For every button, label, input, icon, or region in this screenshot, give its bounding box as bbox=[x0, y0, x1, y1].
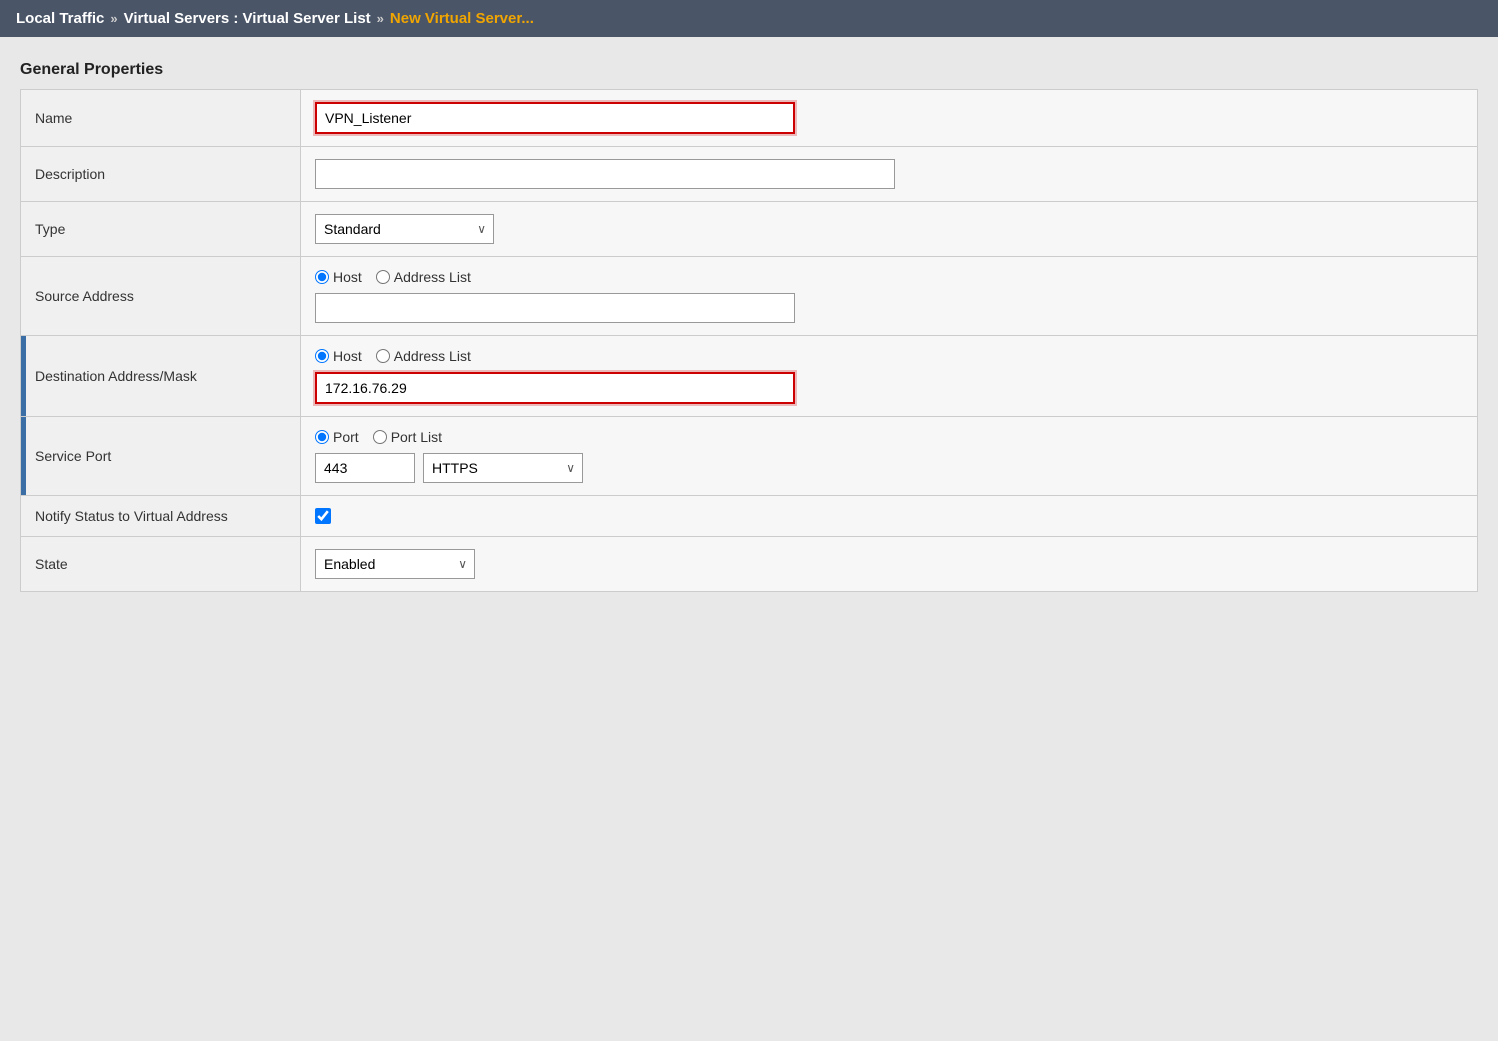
state-select-wrapper: Enabled Disabled bbox=[315, 549, 475, 579]
destination-address-label: Destination Address/Mask bbox=[21, 336, 301, 417]
source-address-label: Source Address bbox=[21, 257, 301, 336]
breadcrumb-part2: Virtual Servers : Virtual Server List bbox=[124, 10, 371, 27]
source-address-row: Source Address Host Address List bbox=[21, 257, 1478, 336]
service-port-label: Service Port bbox=[21, 417, 301, 496]
port-row: HTTPS HTTP FTP SSH Other bbox=[315, 453, 1463, 483]
notify-status-row: Notify Status to Virtual Address bbox=[21, 496, 1478, 537]
service-select-wrapper: HTTPS HTTP FTP SSH Other bbox=[423, 453, 583, 483]
name-label: Name bbox=[21, 90, 301, 147]
page-content: General Properties Name Description Type bbox=[0, 37, 1498, 616]
source-host-radio-label[interactable]: Host bbox=[315, 269, 362, 285]
source-host-radio[interactable] bbox=[315, 270, 329, 284]
type-row: Type Standard Performance (Layer 4) Forw… bbox=[21, 202, 1478, 257]
state-row: State Enabled Disabled bbox=[21, 537, 1478, 592]
description-row: Description bbox=[21, 147, 1478, 202]
source-addresslist-radio-label[interactable]: Address List bbox=[376, 269, 471, 285]
port-radio[interactable] bbox=[315, 430, 329, 444]
name-input[interactable] bbox=[315, 102, 795, 134]
general-properties-table: Name Description Type Standard bbox=[20, 89, 1478, 592]
notify-status-checkbox[interactable] bbox=[315, 508, 331, 524]
state-label: State bbox=[21, 537, 301, 592]
description-input[interactable] bbox=[315, 159, 895, 189]
notify-status-value-cell bbox=[301, 496, 1478, 537]
dest-host-radio-label[interactable]: Host bbox=[315, 348, 362, 364]
notify-status-checkbox-wrapper bbox=[315, 508, 1463, 524]
dest-host-radio[interactable] bbox=[315, 349, 329, 363]
service-select[interactable]: HTTPS HTTP FTP SSH Other bbox=[423, 453, 583, 483]
description-label: Description bbox=[21, 147, 301, 202]
port-number-input[interactable] bbox=[315, 453, 415, 483]
name-row: Name bbox=[21, 90, 1478, 147]
section-title: General Properties bbox=[20, 61, 1478, 79]
notify-status-label: Notify Status to Virtual Address bbox=[21, 496, 301, 537]
service-port-radio-group: Port Port List bbox=[315, 429, 1463, 445]
breadcrumb-part3: New Virtual Server... bbox=[390, 10, 534, 27]
destination-address-input[interactable] bbox=[315, 372, 795, 404]
destination-radio-group: Host Address List bbox=[315, 348, 1463, 364]
type-select-wrapper: Standard Performance (Layer 4) Forwardin… bbox=[315, 214, 494, 244]
portlist-radio-label[interactable]: Port List bbox=[373, 429, 442, 445]
description-value-cell bbox=[301, 147, 1478, 202]
destination-address-row: Destination Address/Mask Host Address Li… bbox=[21, 336, 1478, 417]
dest-addresslist-radio[interactable] bbox=[376, 349, 390, 363]
type-value-cell: Standard Performance (Layer 4) Forwardin… bbox=[301, 202, 1478, 257]
port-radio-label[interactable]: Port bbox=[315, 429, 359, 445]
portlist-radio[interactable] bbox=[373, 430, 387, 444]
state-value-cell: Enabled Disabled bbox=[301, 537, 1478, 592]
breadcrumb-sep2: » bbox=[377, 11, 384, 26]
source-addresslist-radio[interactable] bbox=[376, 270, 390, 284]
service-port-row: Service Port Port Port List HTTPS bbox=[21, 417, 1478, 496]
destination-address-value-cell: Host Address List bbox=[301, 336, 1478, 417]
type-label: Type bbox=[21, 202, 301, 257]
breadcrumb-part1: Local Traffic bbox=[16, 10, 104, 27]
breadcrumb-sep1: » bbox=[110, 11, 117, 26]
name-value-cell bbox=[301, 90, 1478, 147]
dest-addresslist-radio-label[interactable]: Address List bbox=[376, 348, 471, 364]
source-address-input[interactable] bbox=[315, 293, 795, 323]
source-address-radio-group: Host Address List bbox=[315, 269, 1463, 285]
breadcrumb: Local Traffic » Virtual Servers : Virtua… bbox=[0, 0, 1498, 37]
source-address-value-cell: Host Address List bbox=[301, 257, 1478, 336]
service-port-value-cell: Port Port List HTTPS HTTP FTP SSH bbox=[301, 417, 1478, 496]
type-select[interactable]: Standard Performance (Layer 4) Forwardin… bbox=[315, 214, 494, 244]
state-select[interactable]: Enabled Disabled bbox=[315, 549, 475, 579]
